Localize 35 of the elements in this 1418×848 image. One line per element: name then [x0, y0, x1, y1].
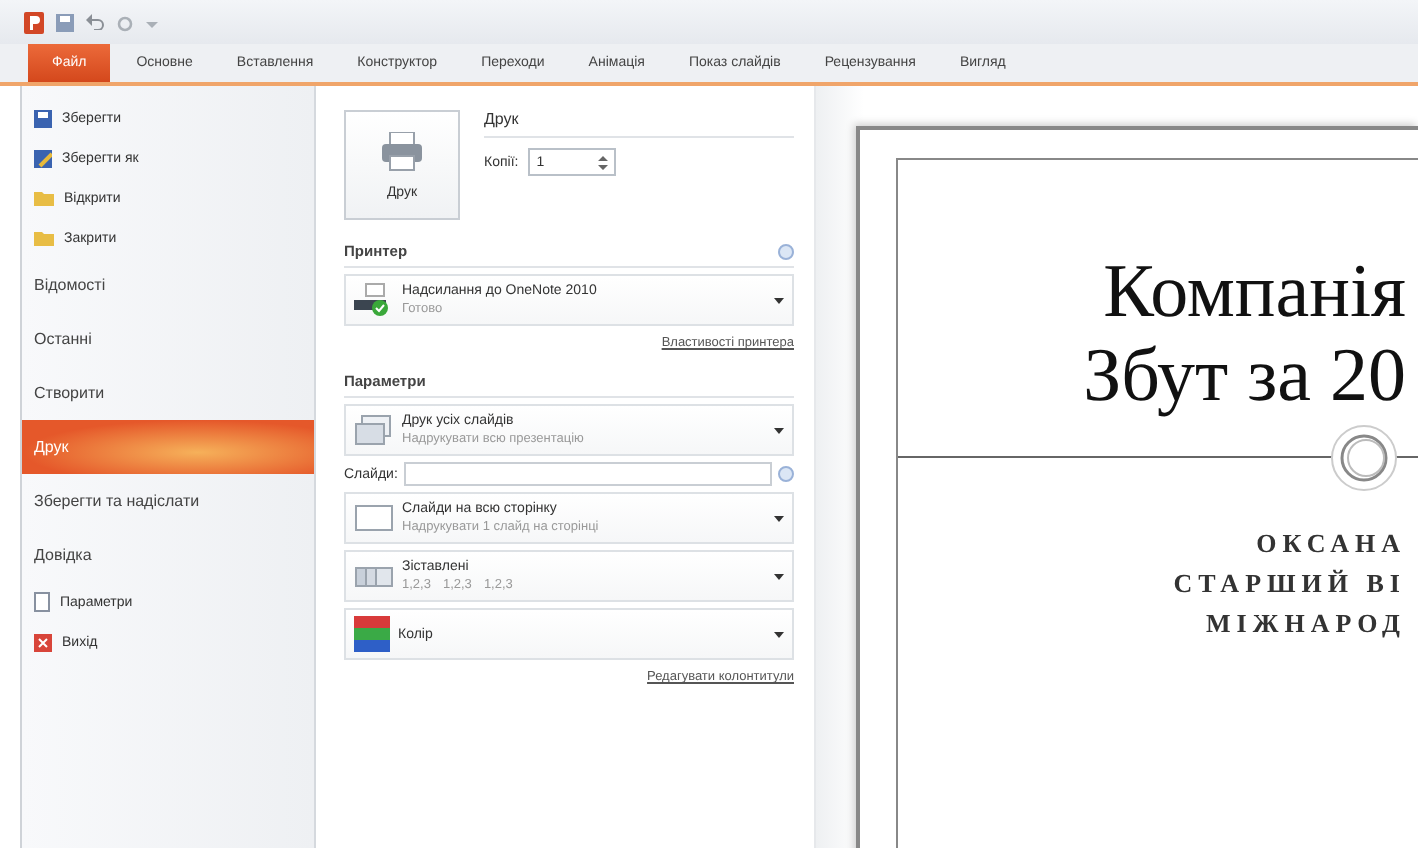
document-icon: [34, 592, 50, 612]
printer-icon: [380, 131, 424, 171]
slide-title: Збут за 20: [1081, 335, 1406, 420]
undo-icon[interactable]: [86, 14, 104, 30]
folder-icon: [34, 190, 54, 206]
dropdown-arrow-icon: [774, 573, 784, 579]
info-icon[interactable]: [778, 243, 794, 259]
backstage-tab[interactable]: Зберегти та надіслати: [22, 474, 314, 528]
disk-pencil-icon: [34, 149, 52, 167]
info-icon[interactable]: [778, 466, 794, 482]
save-icon[interactable]: [56, 13, 74, 31]
backstage-tab[interactable]: Довідка: [22, 528, 314, 582]
backstage-tab[interactable]: Останні: [22, 312, 314, 366]
backstage-tab[interactable]: Відомості: [22, 258, 314, 312]
full-page-slide-icon: [354, 502, 394, 534]
dropdown-arrow-icon: [774, 515, 784, 521]
dropdown-arrow-icon: [774, 427, 784, 433]
circle-ornament-icon: [1330, 423, 1398, 492]
slide-title: Компанія: [1101, 252, 1406, 336]
slides-stack-icon: [354, 414, 394, 446]
collated-pages-icon: [354, 562, 394, 590]
folder-icon: [34, 230, 54, 246]
backstage-tab[interactable]: Створити: [22, 366, 314, 420]
dropdown-arrow-icon: [774, 297, 784, 303]
app-logo-icon: [24, 11, 44, 33]
exit-icon: [34, 633, 52, 651]
print-heading: Друк: [484, 110, 794, 138]
slides-input-field[interactable]: [403, 462, 772, 486]
slide-subtitle: МІЖНАРОД: [1204, 605, 1406, 642]
color-swatch-icon: [354, 616, 390, 652]
slide-subtitle: СТАРШИЙ ВІ: [1171, 565, 1406, 602]
dropdown-arrow-icon: [774, 631, 784, 637]
spinner-arrows-icon: [598, 153, 609, 171]
printer-ready-icon: [354, 282, 394, 318]
slide-subtitle: ОКСАНА: [1254, 525, 1406, 562]
